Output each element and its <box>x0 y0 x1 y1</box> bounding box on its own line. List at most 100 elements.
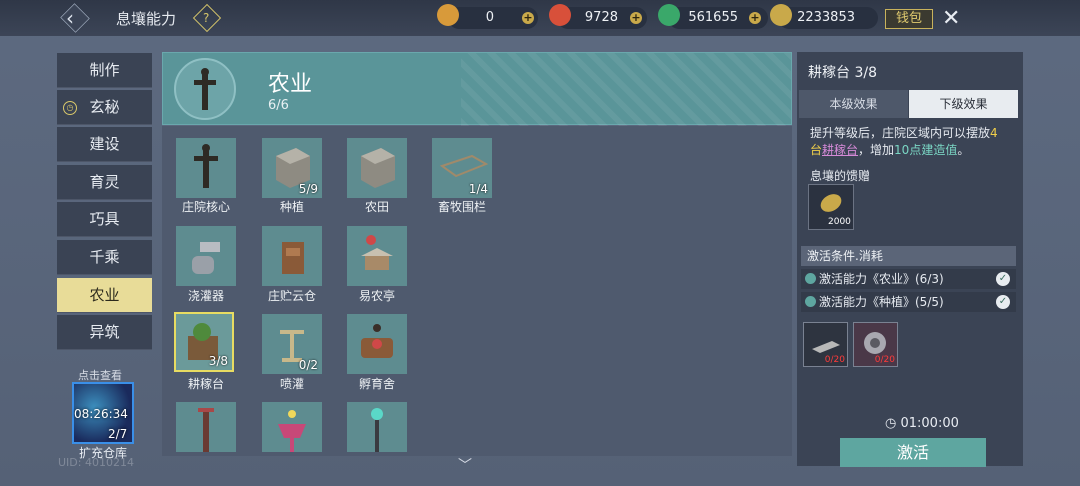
totem-icon <box>194 144 218 188</box>
tab-mystic-label: 玄秘 <box>89 98 120 116</box>
cabinet-icon <box>282 242 304 274</box>
check-icon: ✓ <box>996 295 1010 309</box>
currency-value-4: 2233853 <box>797 10 855 25</box>
desc-text: ，增加 <box>858 143 895 157</box>
condition-text: 激活能力《农业》(6/3) <box>819 272 944 286</box>
currency-value-2: 9728 <box>584 10 618 25</box>
gift-label: 息壤的馈赠 <box>810 169 871 183</box>
material-slot-2[interactable]: 0/20 <box>853 322 898 367</box>
add-currency-2-button[interactable]: + <box>630 12 642 24</box>
tab-make[interactable]: 制作 <box>57 53 152 88</box>
currency-value-3: 561655 <box>688 10 738 25</box>
gold-leaf-icon <box>770 4 792 26</box>
item-farm-pavilion[interactable] <box>347 226 407 286</box>
timer-value: 01:00:00 <box>900 416 959 431</box>
desc-number: 4 <box>990 126 998 140</box>
gold-token-icon <box>437 4 459 26</box>
pavilion-icon <box>361 235 393 270</box>
pillar-icon <box>198 408 214 452</box>
page-title: 息壤能力 <box>116 10 177 28</box>
material-count: 0/20 <box>874 355 895 365</box>
item-label: 浇灌器 <box>187 289 224 303</box>
chevron-left-icon[interactable]: ‹ <box>66 4 74 32</box>
add-currency-3-button[interactable]: + <box>749 12 761 24</box>
item-label: 种植 <box>279 200 304 214</box>
item-label: 庄贮云仓 <box>267 289 316 303</box>
detail-title: 耕稼台 3/8 <box>808 65 877 81</box>
item-label: 喷灌 <box>279 377 304 391</box>
item-count: 5/9 <box>298 182 318 196</box>
orb-lamp-icon <box>371 408 383 452</box>
tab-spirit[interactable]: 育灵 <box>57 165 152 200</box>
tab-special-build[interactable]: 异筑 <box>57 315 152 350</box>
item-locked[interactable] <box>347 402 407 452</box>
condition-row: 激活能力《种植》(5/5) ✓ <box>801 292 1016 312</box>
uid-watermark: UID: 4010214 <box>58 456 134 469</box>
desc-link[interactable]: 耕稼台 <box>822 143 858 157</box>
expand-hint: 点击查看 <box>78 369 122 382</box>
item-farmland[interactable] <box>347 138 407 198</box>
item-locked[interactable] <box>262 402 322 452</box>
item-count: 0/2 <box>298 358 318 372</box>
activation-timer: ◷ 01:00:00 <box>885 416 959 431</box>
desc-text: 。 <box>957 143 970 157</box>
item-label: 耕稼台 <box>187 377 224 391</box>
tab-current-effect[interactable]: 本级效果 <box>799 90 908 118</box>
desc-value: 10点建造值 <box>894 143 958 157</box>
item-spray-irrigation[interactable]: 0/2 <box>262 314 322 374</box>
item-sprinkler[interactable] <box>176 226 236 286</box>
banner-progress: 6/6 <box>268 98 289 113</box>
tab-next-effect[interactable]: 下级效果 <box>909 90 1018 118</box>
item-cultivation-platform[interactable]: 3/8 <box>174 312 234 372</box>
clock-icon: ◷ <box>885 416 901 431</box>
category-banner <box>162 52 792 126</box>
condition-text: 激活能力《种植》(5/5) <box>819 295 944 309</box>
material-count: 0/20 <box>824 355 845 365</box>
currency-value-1: 0 <box>485 10 494 25</box>
totem-icon <box>174 58 236 120</box>
item-label: 易农亭 <box>358 289 395 303</box>
material-slot-1[interactable]: 0/20 <box>803 322 848 367</box>
condition-icon <box>805 296 816 307</box>
banner-title: 农业 <box>268 72 313 97</box>
brazier-icon <box>278 410 306 452</box>
activate-button[interactable]: 激活 <box>840 438 986 467</box>
desc-unit: 台 <box>810 143 823 157</box>
tab-build[interactable]: 建设 <box>57 127 152 162</box>
item-label: 畜牧围栏 <box>437 200 486 214</box>
item-locked[interactable] <box>176 402 236 452</box>
tab-vehicle[interactable]: 千乘 <box>57 240 152 275</box>
item-planting[interactable]: 5/9 <box>262 138 322 198</box>
desc-text: 提升等级后，庄院区域内可以摆放 <box>810 126 991 140</box>
item-hatchery[interactable] <box>347 314 407 374</box>
tab-mystic[interactable]: ◷ 玄秘 <box>57 90 152 125</box>
item-manor-core[interactable] <box>176 138 236 198</box>
item-count: 1/4 <box>468 182 488 196</box>
condition-header: 激活条件.消耗 <box>801 246 1016 266</box>
clock-icon: ◷ <box>63 101 77 115</box>
close-icon[interactable]: ✕ <box>942 6 960 31</box>
item-storage[interactable] <box>262 226 322 286</box>
sprinkler-icon <box>192 242 220 274</box>
tab-tools[interactable]: 巧具 <box>57 202 152 237</box>
condition-icon <box>805 273 816 284</box>
red-spiral-icon <box>549 4 571 26</box>
item-count: 3/8 <box>208 354 228 368</box>
tab-agriculture[interactable]: 农业 <box>57 278 152 313</box>
condition-row: 激活能力《农业》(6/3) ✓ <box>801 269 1016 289</box>
chevron-down-icon[interactable]: ﹀ <box>458 455 472 475</box>
check-icon: ✓ <box>996 272 1010 286</box>
gift-value: 2000 <box>828 217 851 227</box>
item-label: 庄院核心 <box>181 200 230 214</box>
question-icon[interactable]: ? <box>203 8 209 28</box>
expand-timer: 08:26:34 <box>74 407 128 421</box>
expand-count: 2/7 <box>108 427 128 441</box>
add-currency-1-button[interactable]: + <box>522 12 534 24</box>
item-label: 孵育舍 <box>358 377 395 391</box>
jade-ring-icon <box>658 4 680 26</box>
item-livestock-fence[interactable]: 1/4 <box>432 138 492 198</box>
wallet-button[interactable]: 钱包 <box>885 9 933 29</box>
item-label: 农田 <box>364 200 389 214</box>
chest-icon <box>361 324 393 358</box>
effect-description: 提升等级后，庄院区域内可以摆放4 台耕稼台，增加10点建造值。 <box>810 125 1020 159</box>
